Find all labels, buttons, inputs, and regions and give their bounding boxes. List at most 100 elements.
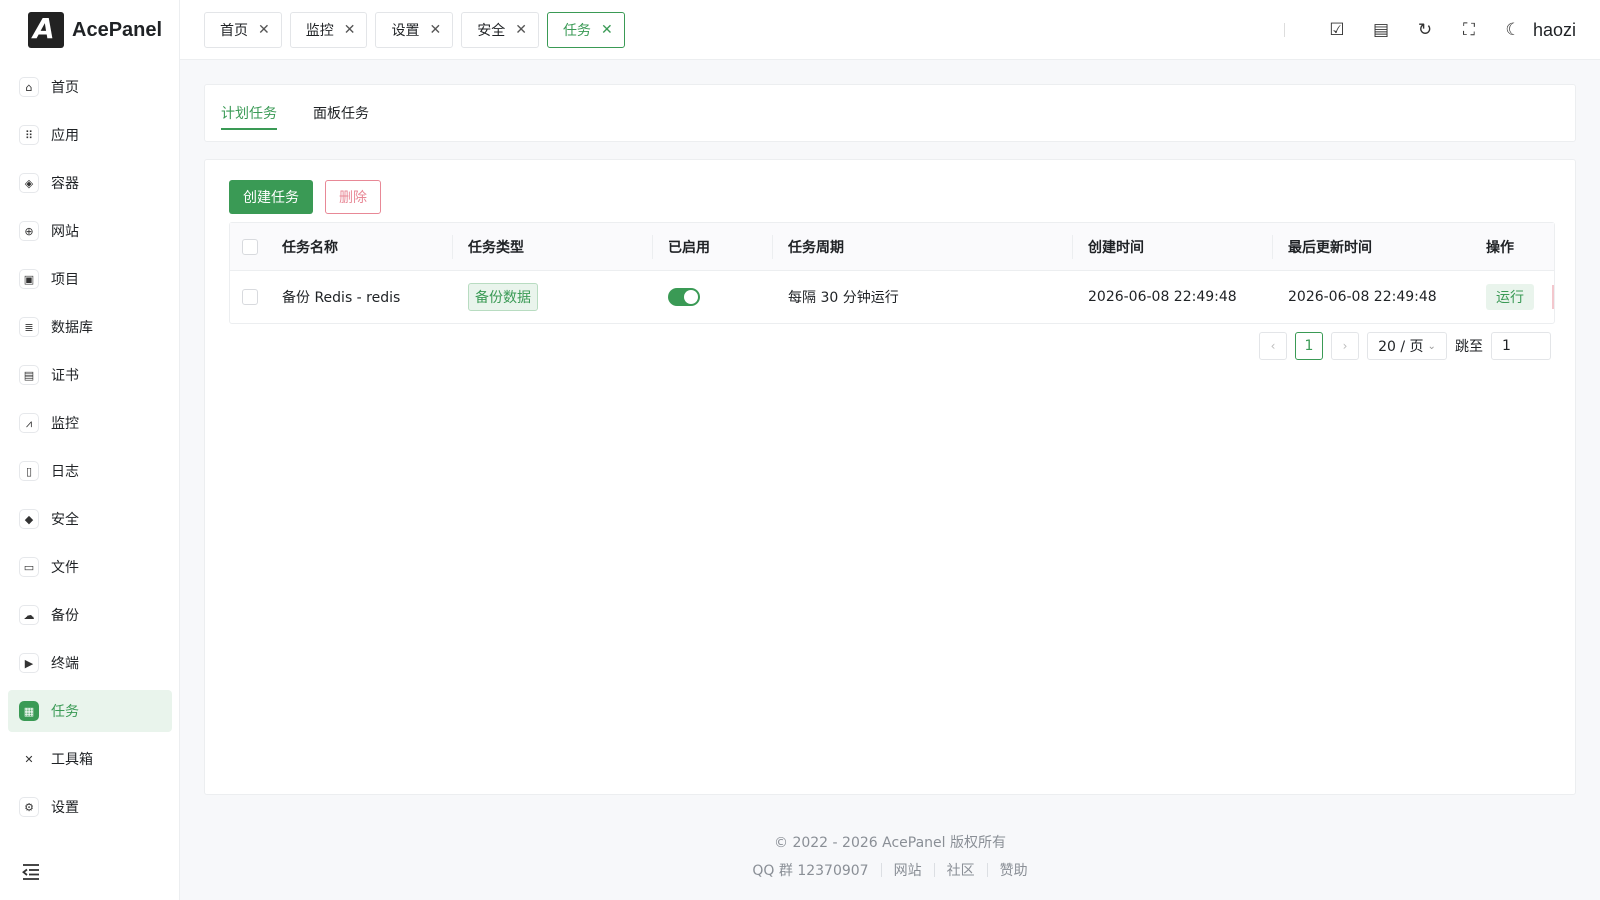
close-icon[interactable]: ✕ [515,22,527,38]
delete-button[interactable]: 删除 [325,180,381,214]
fullscreen-icon[interactable]: ⛶ [1457,18,1481,42]
moon-icon[interactable]: ☾ [1501,18,1525,42]
page-number[interactable]: 1 [1295,332,1323,360]
chart-line-icon: ⩘ [19,413,39,433]
sidebar-item-projects[interactable]: ▣ 项目 [8,258,172,300]
footer: © 2022 - 2026 AcePanel 版权所有 QQ 群 1237090… [180,832,1600,880]
chevron-down-icon: ⌄ [1427,340,1436,352]
column-divider [1272,235,1273,259]
sidebar-item-label: 备份 [51,608,79,624]
sidebar-item-security[interactable]: ◆ 安全 [8,498,172,540]
task-type-cell: 备份数据 [468,271,538,323]
tab-label: 安全 [477,23,506,39]
prev-page-button[interactable]: ‹ [1259,332,1287,360]
page-size-select[interactable]: 20 / 页 ⌄ [1367,332,1447,360]
jump-page-input[interactable] [1491,332,1551,360]
sidebar-item-label: 监控 [51,416,79,432]
column-header-cycle[interactable]: 任务周期 [788,223,844,270]
sidebar-item-websites[interactable]: ⊕ 网站 [8,210,172,252]
sidebar-item-logs[interactable]: ▯ 日志 [8,450,172,492]
top-header: 首页 ✕ 监控 ✕ 设置 ✕ 安全 ✕ 任务 ✕ ☑ ▤ ↻ ⛶ ☾ haozi [180,0,1600,60]
column-header-name[interactable]: 任务名称 [282,223,338,270]
sidebar-item-label: 日志 [51,464,79,480]
next-page-button[interactable]: › [1331,332,1359,360]
tab-settings[interactable]: 设置 ✕ [375,12,454,48]
user-name[interactable]: haozi [1533,20,1576,41]
hidden-action-edge[interactable] [1552,285,1554,309]
refresh-icon[interactable]: ↻ [1413,18,1437,42]
run-button[interactable]: 运行 [1486,284,1534,310]
layers-icon: ◈ [19,173,39,193]
enabled-toggle[interactable] [668,288,700,306]
brand-name: AcePanel [72,18,163,41]
sidebar-item-backup[interactable]: ☁ 备份 [8,594,172,636]
column-divider [452,235,453,259]
sidebar-item-tasks[interactable]: ▦ 任务 [8,690,172,732]
folder-stack-icon: ▣ [19,269,39,289]
column-header-actions: 操作 [1486,239,1514,256]
close-icon[interactable]: ✕ [344,22,356,38]
tab-label: 监控 [305,23,334,39]
footer-link-community[interactable]: 社区 [935,860,987,880]
tab-scheduled-tasks[interactable]: 计划任务 [221,103,277,123]
sidebar-item-label: 项目 [51,272,79,288]
checkbox-task-icon[interactable]: ☑ [1325,18,1349,42]
document-icon[interactable]: ▤ [1369,18,1393,42]
active-tab-indicator [221,128,277,130]
document-icon: ▯ [19,461,39,481]
column-header-enabled[interactable]: 已启用 [668,223,710,270]
updated-time: 2026-06-08 22:49:48 [1288,289,1437,305]
sidebar-item-toolbox[interactable]: ✕ 工具箱 [8,738,172,780]
sidebar-item-files[interactable]: ▭ 文件 [8,546,172,588]
column-divider [652,235,653,259]
sidebar-item-terminal[interactable]: ▶ 终端 [8,642,172,684]
footer-link-website[interactable]: 网站 [882,860,934,880]
column-header-type[interactable]: 任务类型 [468,223,524,270]
create-task-button[interactable]: 创建任务 [229,180,313,214]
home-icon: ⌂ [19,77,39,97]
sidebar-item-apps[interactable]: ⠿ 应用 [8,114,172,156]
close-icon[interactable]: ✕ [601,22,613,38]
menu-collapse-icon[interactable] [21,862,41,885]
tab-security[interactable]: 安全 ✕ [461,12,539,48]
page-size-value: 20 / 页 [1378,339,1424,355]
close-icon[interactable]: ✕ [429,22,441,38]
sidebar-item-monitor[interactable]: ⩘ 监控 [8,402,172,444]
sidebar-item-settings[interactable]: ⚙ 设置 [8,786,172,828]
table-header: 任务名称 任务类型 已启用 任务周期 创建时间 最后更新时间 操作 [230,223,1554,271]
footer-link-sponsor[interactable]: 赞助 [988,860,1040,880]
table-row: 备份 Redis - redis 备份数据 每隔 30 分钟运行 2026-06… [230,271,1554,323]
tab-home[interactable]: 首页 ✕ [204,12,282,48]
logo[interactable]: A AcePanel [28,12,162,48]
sidebar-item-label: 安全 [51,512,79,528]
column-header-created[interactable]: 创建时间 [1088,223,1144,270]
column-divider [1072,235,1073,259]
page-tabs: 首页 ✕ 监控 ✕ 设置 ✕ 安全 ✕ 任务 ✕ [204,12,633,48]
sidebar-item-certificates[interactable]: ▤ 证书 [8,354,172,396]
database-icon: ≣ [19,317,39,337]
tab-label: 任务 [562,23,591,39]
footer-link-qq[interactable]: QQ 群 12370907 [740,860,880,880]
header-actions: ☑ ▤ ↻ ⛶ ☾ haozi [1283,0,1576,60]
sidebar-item-label: 证书 [51,368,79,384]
sidebar-item-label: 容器 [51,176,79,192]
close-icon[interactable]: ✕ [258,22,270,38]
task-list-icon: ▦ [19,701,39,721]
tasks-card: 创建任务 删除 任务名称 任务类型 已启用 任务周期 创建时间 最后更新时间 操… [204,159,1576,795]
sidebar-item-database[interactable]: ≣ 数据库 [8,306,172,348]
column-header-updated[interactable]: 最后更新时间 [1288,223,1372,270]
tab-monitor[interactable]: 监控 ✕ [289,12,368,48]
tab-label: 首页 [220,23,248,39]
select-all-checkbox[interactable] [242,238,258,255]
sidebar-item-label: 首页 [51,80,79,96]
shield-icon: ◆ [19,509,39,529]
logo-mark-icon: A [28,12,64,48]
tab-tasks[interactable]: 任务 ✕ [546,12,625,48]
jump-label: 跳至 [1455,339,1483,355]
sidebar-item-containers[interactable]: ◈ 容器 [8,162,172,204]
tab-panel-tasks[interactable]: 面板任务 [313,103,369,123]
sidebar-item-label: 终端 [51,656,79,672]
row-checkbox[interactable] [242,289,258,305]
sidebar-item-home[interactable]: ⌂ 首页 [8,66,172,108]
actions-cell: 运行 [1486,271,1534,323]
